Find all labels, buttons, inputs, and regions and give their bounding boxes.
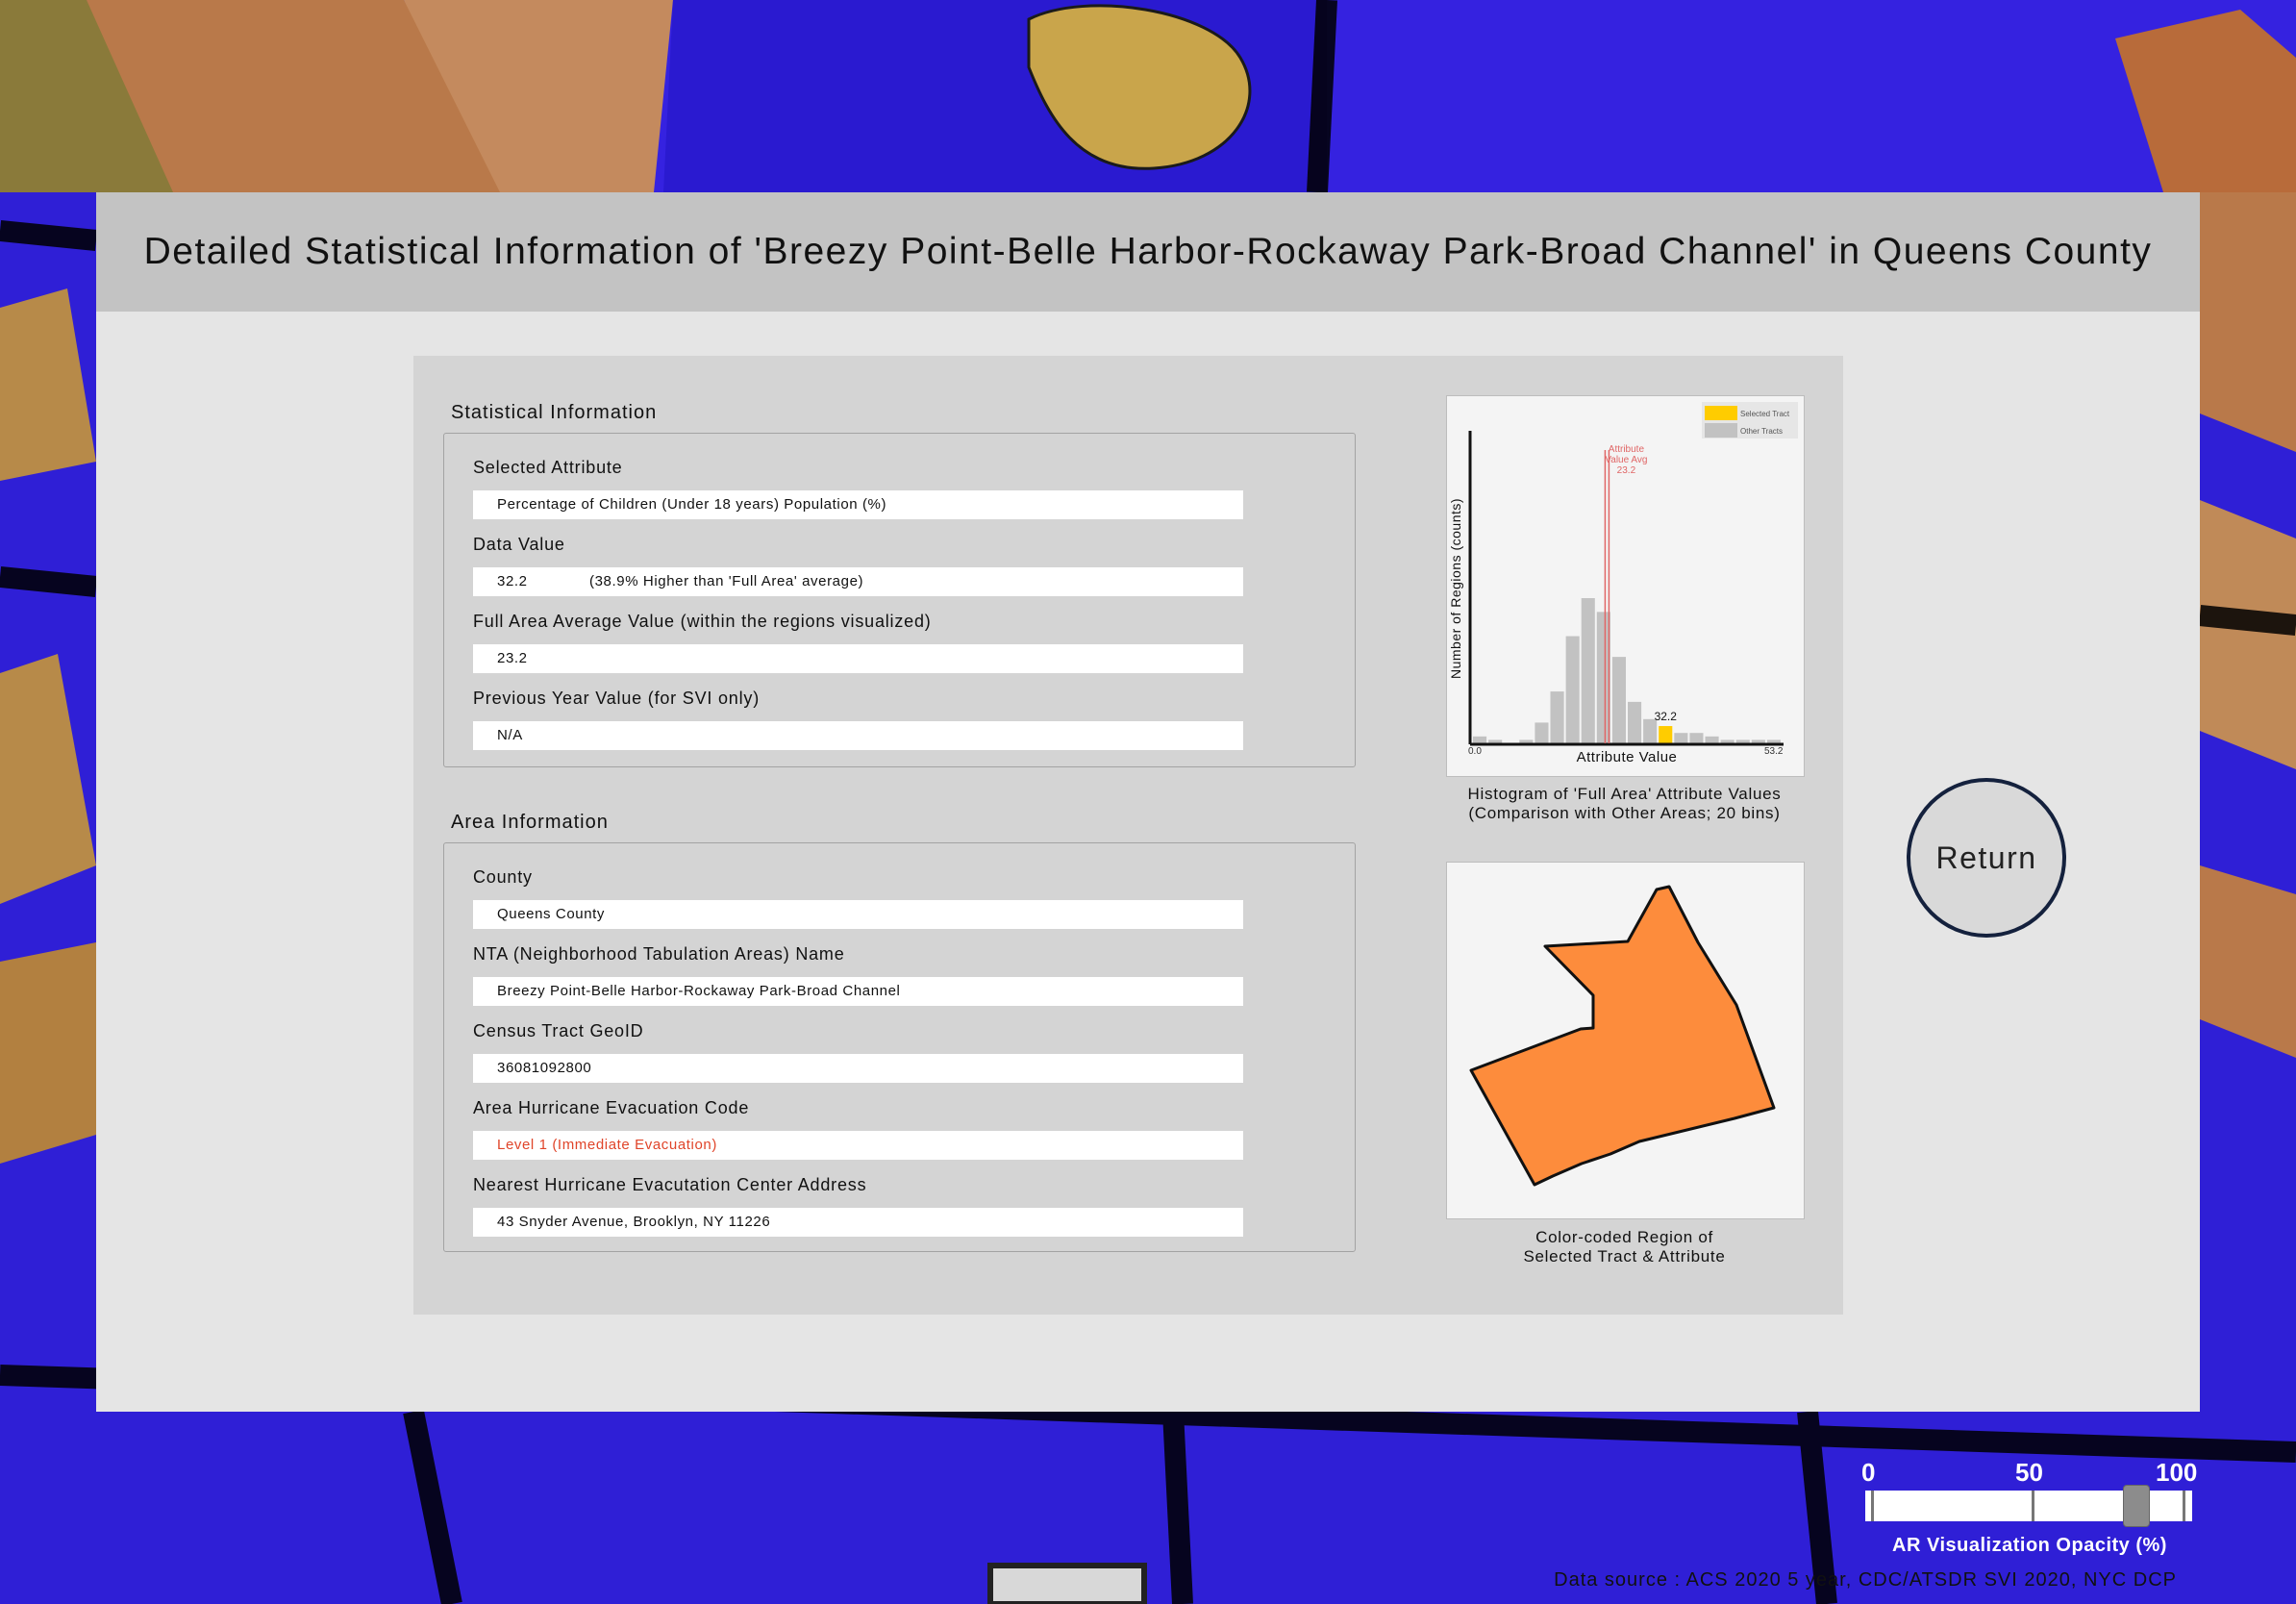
full-area-average-value: 23.2 bbox=[473, 644, 1243, 673]
title-bar: Detailed Statistical Information of 'Bre… bbox=[96, 192, 2200, 312]
selected-attribute-value: Percentage of Children (Under 18 years) … bbox=[473, 490, 1243, 519]
slider-tick-100: 100 bbox=[2156, 1458, 2198, 1487]
evacuation-center-label: Nearest Hurricane Evacutation Center Add… bbox=[473, 1175, 867, 1194]
histogram-bar-selected bbox=[1659, 726, 1673, 743]
return-button[interactable]: Return bbox=[1907, 778, 2066, 938]
histogram-bar bbox=[1488, 739, 1503, 743]
nta-name-value: Breezy Point-Belle Harbor-Rockaway Park-… bbox=[473, 977, 1243, 1006]
legend-other-swatch bbox=[1705, 423, 1737, 438]
average-label: 23.2 bbox=[1617, 465, 1636, 476]
area-information-heading: Area Information bbox=[451, 812, 609, 833]
previous-year-value: N/A bbox=[473, 721, 1243, 750]
page-title: Detailed Statistical Information of 'Bre… bbox=[143, 231, 2153, 272]
histogram-bar bbox=[1628, 701, 1642, 743]
detail-panel: Detailed Statistical Information of 'Bre… bbox=[96, 192, 2200, 1591]
evacuation-center-value: 43 Snyder Avenue, Brooklyn, NY 11226 bbox=[473, 1208, 1243, 1237]
histogram-caption-line-2: (Comparison with Other Areas; 20 bins) bbox=[1468, 804, 1781, 822]
histogram-bar bbox=[1735, 739, 1750, 743]
histogram-bar bbox=[1720, 739, 1734, 743]
region-card bbox=[1446, 862, 1805, 1219]
statistical-information-heading: Statistical Information bbox=[451, 402, 658, 423]
county-value: Queens County bbox=[473, 900, 1243, 929]
histogram-chart: Number of Regions (counts) Attribute Val… bbox=[1448, 402, 1798, 765]
slider-tick-50: 50 bbox=[2015, 1458, 2043, 1487]
selected-attribute-label: Selected Attribute bbox=[473, 458, 623, 477]
census-tract-label: Census Tract GeoID bbox=[473, 1021, 644, 1040]
histogram-bar bbox=[1751, 739, 1765, 743]
slider-mark-0 bbox=[1871, 1491, 1874, 1521]
selected-value-label: 32.2 bbox=[1655, 710, 1678, 723]
data-value-label: Data Value bbox=[473, 535, 565, 554]
region-caption-line-2: Selected Tract & Attribute bbox=[1523, 1247, 1726, 1266]
selected-tract-shape bbox=[1469, 885, 1776, 1187]
histogram-bar bbox=[1674, 733, 1688, 743]
histogram-card: Number of Regions (counts) Attribute Val… bbox=[1446, 395, 1805, 777]
histogram-bar bbox=[1519, 739, 1534, 743]
nta-name-label: NTA (Neighborhood Tabulation Areas) Name bbox=[473, 944, 845, 964]
x-max-tick: 53.2 bbox=[1764, 746, 1784, 757]
census-tract-value: 36081092800 bbox=[473, 1054, 1243, 1083]
data-value-box: 32.2 (38.9% Higher than 'Full Area' avera… bbox=[473, 567, 1243, 596]
histogram-bar bbox=[1705, 736, 1719, 743]
histogram-bar bbox=[1550, 691, 1564, 743]
data-value-comparison: (38.9% Higher than 'Full Area' average) bbox=[589, 573, 864, 589]
slider-tick-0: 0 bbox=[1861, 1458, 1876, 1487]
histogram-legend: Selected Tract Other Tracts bbox=[1702, 402, 1798, 439]
slider-mark-100 bbox=[2183, 1491, 2185, 1521]
histogram-bar bbox=[1689, 733, 1704, 743]
previous-year-label: Previous Year Value (for SVI only) bbox=[473, 689, 761, 708]
data-value: 32.2 bbox=[497, 573, 528, 589]
legend-selected-label: Selected Tract bbox=[1740, 410, 1790, 418]
region-caption-line-1: Color-coded Region of bbox=[1535, 1228, 1713, 1246]
slider-mark-50 bbox=[2032, 1491, 2034, 1521]
county-label: County bbox=[473, 867, 533, 887]
full-area-average-label: Full Area Average Value (within the regi… bbox=[473, 612, 932, 631]
x-axis-label: Attribute Value bbox=[1577, 749, 1678, 765]
histogram-caption: Histogram of 'Full Area' Attribute Value… bbox=[1446, 785, 1803, 823]
y-axis-label: Number of Regions (counts) bbox=[1448, 498, 1463, 679]
region-caption: Color-coded Region of Selected Tract & A… bbox=[1446, 1228, 1803, 1266]
info-container: Statistical Information Selected Attribu… bbox=[413, 356, 1843, 1315]
area-information-group: County Queens County NTA (Neighborhood T… bbox=[443, 842, 1356, 1252]
statistical-information-group: Selected Attribute Percentage of Childre… bbox=[443, 433, 1356, 767]
histogram-bar bbox=[1535, 722, 1549, 743]
region-map bbox=[1469, 885, 1776, 1187]
average-label: Attribute bbox=[1609, 444, 1645, 455]
histogram-bar bbox=[1565, 636, 1580, 743]
legend-other-label: Other Tracts bbox=[1740, 427, 1783, 436]
histogram-bar bbox=[1611, 657, 1626, 743]
evacuation-code-value: Level 1 (Immediate Evacuation) bbox=[473, 1131, 1243, 1160]
slider-label: AR Visualization Opacity (%) bbox=[1892, 1535, 2167, 1556]
histogram-bar bbox=[1766, 739, 1781, 743]
evacuation-code-label: Area Hurricane Evacuation Code bbox=[473, 1098, 750, 1117]
histogram-caption-line-1: Histogram of 'Full Area' Attribute Value… bbox=[1467, 785, 1782, 803]
average-label: Value Avg bbox=[1605, 455, 1647, 465]
histogram-bar bbox=[1581, 598, 1595, 743]
slider-thumb[interactable] bbox=[2123, 1485, 2151, 1527]
legend-selected-swatch bbox=[1705, 406, 1737, 420]
x-min-tick: 0.0 bbox=[1468, 746, 1482, 757]
histogram-bar bbox=[1473, 736, 1487, 743]
opacity-slider[interactable]: 0 50 100 AR Visualization Opacity (%) bbox=[1861, 1454, 2198, 1579]
